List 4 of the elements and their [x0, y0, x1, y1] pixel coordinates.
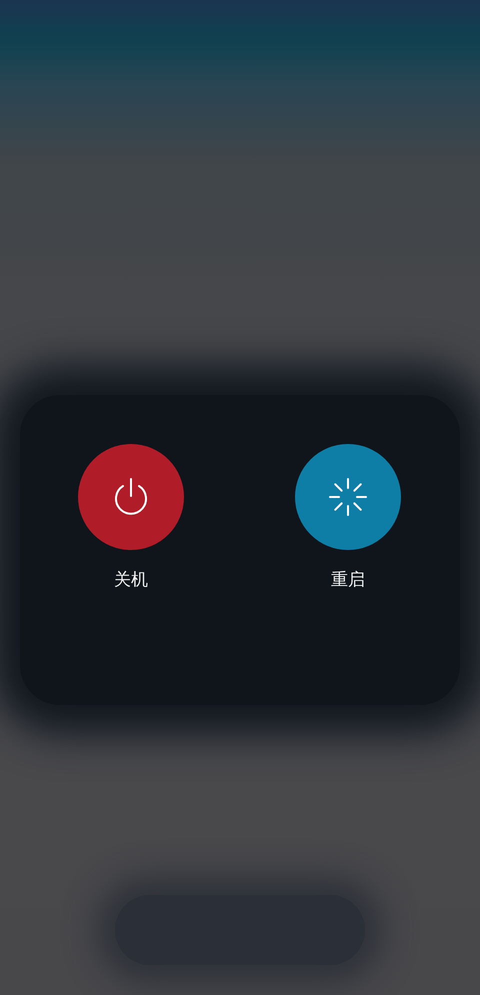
- button-label: 重启: [331, 570, 365, 590]
- button-label: 关机: [114, 570, 148, 590]
- spinner-icon: [328, 477, 368, 517]
- power-icon: [112, 477, 150, 517]
